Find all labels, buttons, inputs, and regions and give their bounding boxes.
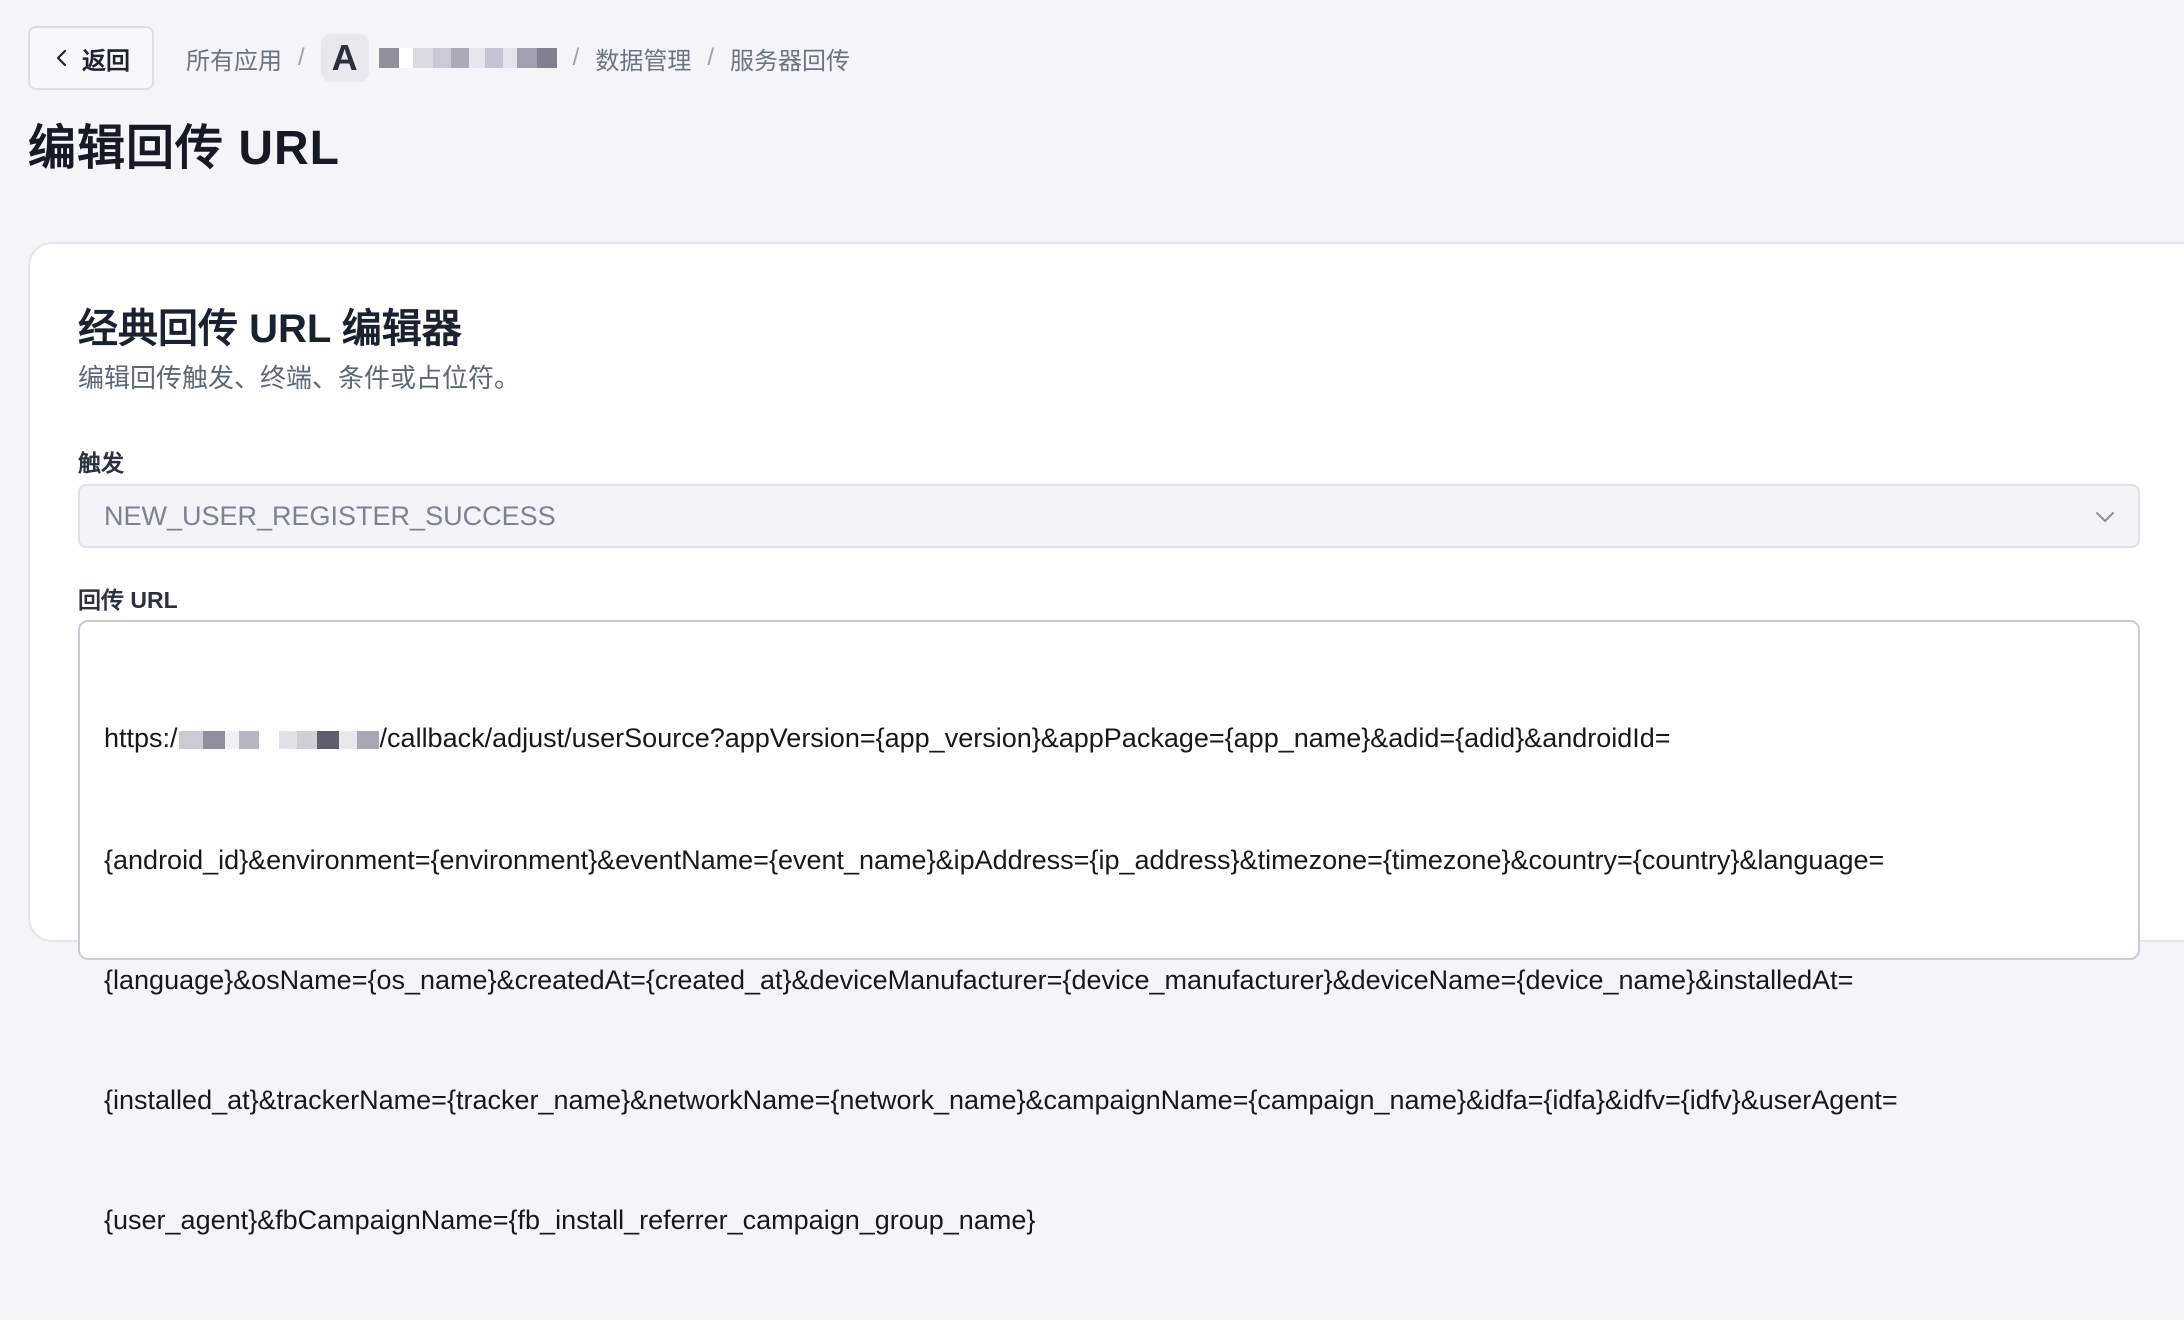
chevron-down-icon [2096, 512, 2114, 522]
breadcrumb-separator: / [707, 44, 715, 71]
breadcrumb: 所有应用 / A / 数据管理 / 服务器回传 [186, 34, 850, 82]
url-line: {installed_at}&trackerName={tracker_name… [104, 1084, 1898, 1115]
url-line: {user_agent}&fbCampaignName={fb_install_… [104, 1204, 1036, 1235]
back-button-label: 返回 [82, 47, 130, 75]
breadcrumb-separator: / [298, 44, 305, 71]
trigger-select-value: NEW_USER_REGISTER_SUCCESS [104, 500, 556, 531]
url-line: https://callback/adjust/userSource?appVe… [104, 718, 2114, 760]
editor-title: 经典回传 URL 编辑器 [78, 307, 462, 351]
redacted-domain [178, 720, 379, 760]
postback-url-textarea[interactable]: https://callback/adjust/userSource?appVe… [78, 620, 2140, 1235]
top-bar: 返回 所有应用 / A / 数据管理 / 服务器回传 [28, 26, 850, 90]
trigger-label: 触发 [78, 450, 124, 476]
breadcrumb-all-apps[interactable]: 所有应用 [186, 41, 282, 76]
trigger-select[interactable]: NEW_USER_REGISTER_SUCCESS [78, 484, 2140, 548]
app-avatar[interactable]: A [320, 34, 369, 82]
chevron-left-icon [56, 49, 67, 67]
editor-card: 经典回传 URL 编辑器 编辑回传触发、终端、条件或占位符。 触发 NEW_US… [28, 242, 2184, 1235]
url-label: 回传 URL [78, 587, 178, 613]
redacted-app-name[interactable] [378, 47, 557, 69]
breadcrumb-data-management[interactable]: 数据管理 [595, 41, 691, 76]
breadcrumb-separator: / [572, 44, 580, 71]
editor-subtitle: 编辑回传触发、终端、条件或占位符。 [78, 363, 521, 393]
page-title: 编辑回传 URL [28, 122, 340, 175]
url-line: {language}&osName={os_name}&createdAt={c… [104, 964, 1854, 995]
url-line: {android_id}&environment={environment}&e… [104, 844, 1885, 875]
breadcrumb-server-postback[interactable]: 服务器回传 [730, 41, 850, 76]
app-avatar-initial: A [331, 37, 358, 78]
back-button[interactable]: 返回 [28, 26, 154, 90]
